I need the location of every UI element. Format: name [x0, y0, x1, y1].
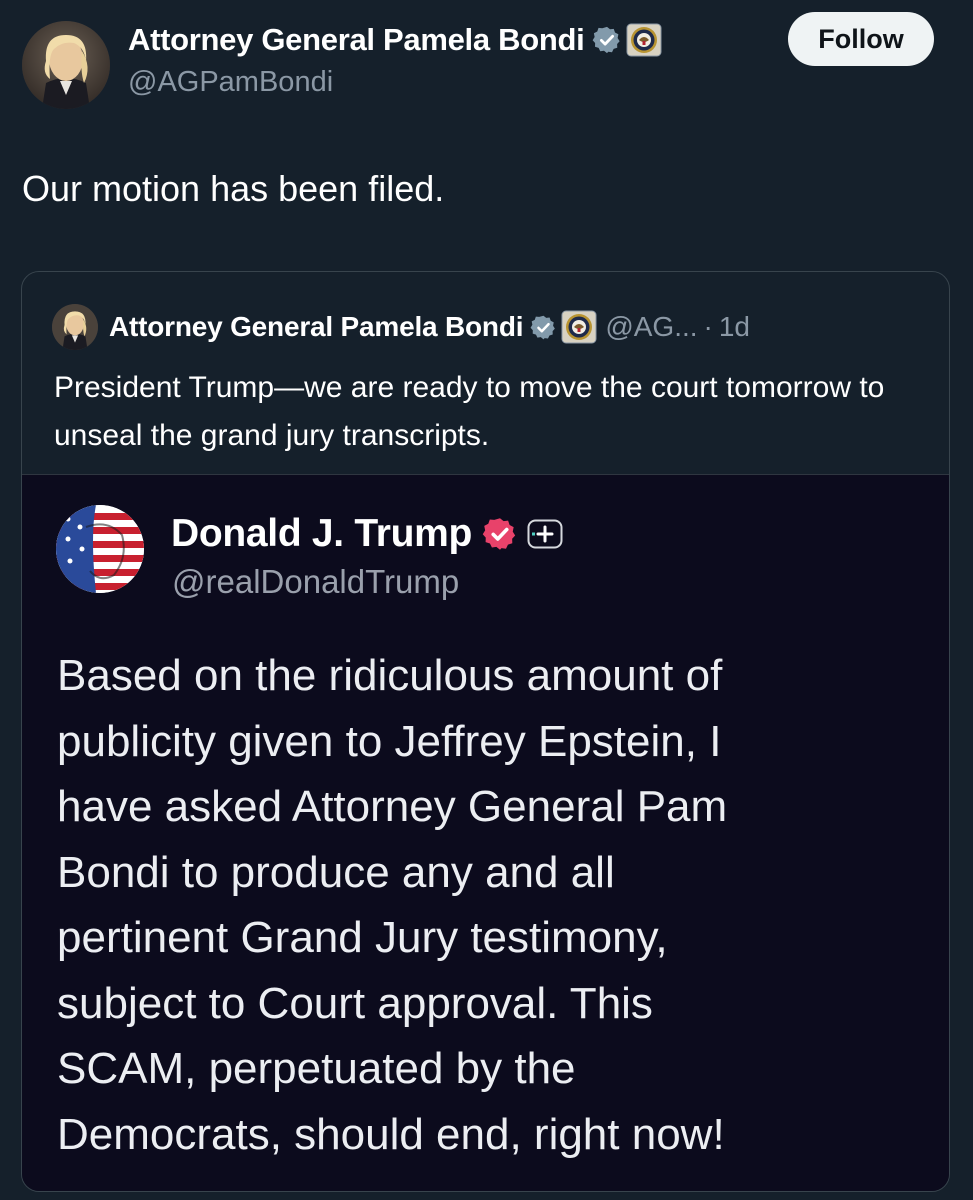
quoted-post-timestamp[interactable]: 1d: [719, 311, 750, 343]
quoted-author-display-name: Attorney General Pamela Bondi: [109, 311, 524, 342]
truth-plus-icon: [527, 519, 563, 549]
author-handle[interactable]: @AGPamBondi: [128, 66, 333, 99]
avatar-portrait-image: [22, 21, 110, 109]
truth-post-text: Based on the ridiculous amount of public…: [57, 643, 927, 1167]
truth-text-line: Democrats, should end, right now!: [57, 1109, 725, 1159]
truth-author-avatar: [56, 505, 144, 593]
post-detail-view: Attorney General Pamela Bondi @AGPamBond…: [0, 0, 973, 1200]
quoted-post-card[interactable]: Attorney General Pamela Bondi @AG... · 1…: [21, 271, 950, 1192]
follow-button[interactable]: Follow: [788, 12, 934, 66]
flag-portrait-avatar-image: [56, 505, 144, 593]
quoted-post-text: President Trump—we are ready to move the…: [54, 371, 885, 452]
gray-verified-badge-icon[interactable]: [592, 25, 622, 55]
truth-author-handle: @realDonaldTrump: [172, 563, 460, 600]
doj-seal-icon: [561, 310, 597, 344]
doj-seal-icon[interactable]: [626, 23, 662, 57]
quoted-post-header: Attorney General Pamela Bondi @AG... · 1…: [52, 304, 750, 350]
truth-author-name-row: Donald J. Trump: [171, 509, 563, 559]
author-display-name[interactable]: Attorney General Pamela Bondi: [128, 22, 585, 58]
embedded-truth-screenshot[interactable]: Donald J. Trump @realDonaldTrump Based o…: [22, 474, 949, 1191]
truth-text-line: publicity given to Jeffrey Epstein, I: [57, 716, 722, 766]
truth-text-line: pertinent Grand Jury testimony,: [57, 913, 668, 962]
truth-text-line: SCAM, perpetuated by the: [57, 1044, 576, 1093]
post-text: Our motion has been filed.: [22, 168, 445, 209]
truth-author-display-name: Donald J. Trump: [171, 512, 473, 555]
truth-text-line: have asked Attorney General Pam: [57, 782, 728, 831]
quoted-author-avatar[interactable]: [52, 304, 98, 350]
truth-text-line: Based on the ridiculous amount of: [57, 651, 723, 700]
quoted-avatar-portrait-image: [52, 304, 98, 350]
pink-verified-badge-icon: [482, 518, 516, 550]
truth-text-line: Bondi to produce any and all: [57, 847, 615, 897]
gray-verified-badge-icon: [530, 315, 556, 339]
dot-separator: ·: [703, 311, 713, 342]
author-avatar[interactable]: [22, 21, 110, 109]
author-name-row: Attorney General Pamela Bondi: [128, 18, 662, 62]
truth-text-line: subject to Court approval. This: [57, 978, 653, 1028]
quoted-author-handle: @AG...: [605, 311, 698, 342]
